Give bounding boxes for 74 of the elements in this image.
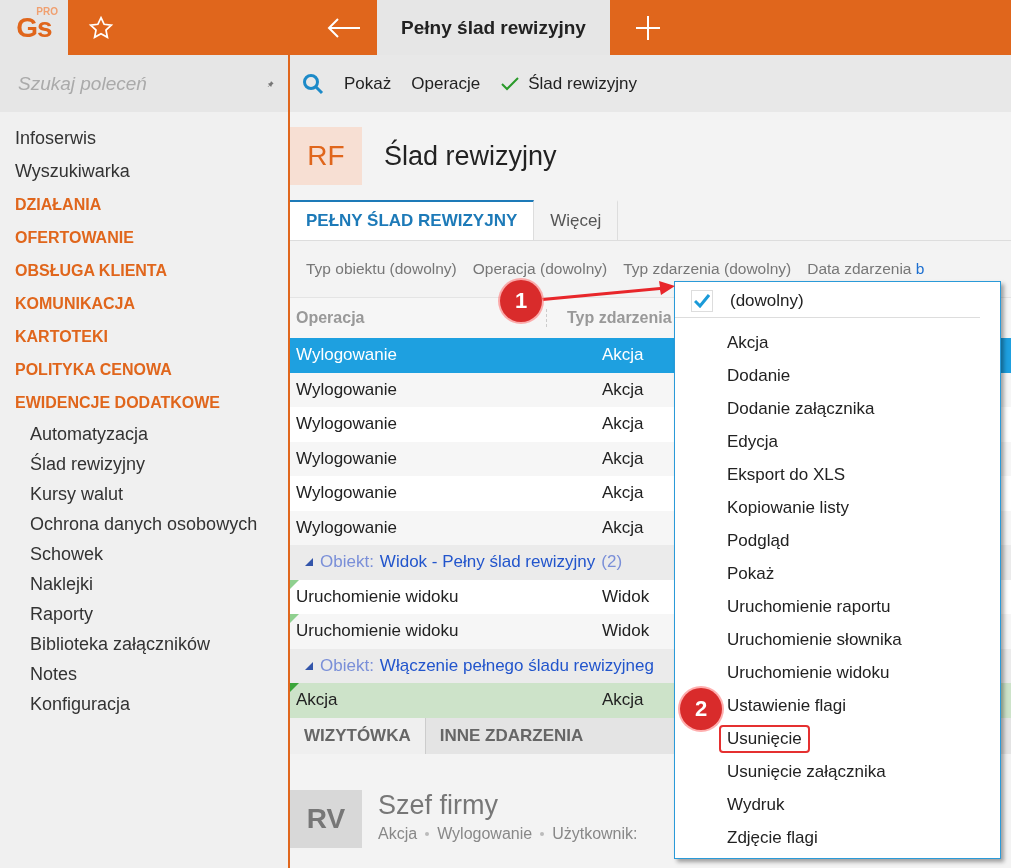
page-title: Ślad rewizyjny bbox=[384, 140, 557, 172]
table-cell-text: Widok bbox=[601, 621, 650, 642]
sidebar-item[interactable]: Naklejki bbox=[0, 569, 288, 599]
table-cell-text: Akcja bbox=[601, 690, 644, 711]
app-logo: GsPRO bbox=[0, 0, 68, 55]
table-cell-text: Wylogowanie bbox=[295, 448, 398, 469]
filter-button[interactable]: Typ zdarzenia (dowolny) bbox=[623, 260, 792, 278]
table-cell-text: Wylogowanie bbox=[295, 517, 398, 538]
table-cell-text: Widok bbox=[601, 586, 650, 607]
sidebar-item[interactable]: Schowek bbox=[0, 539, 288, 569]
search-input[interactable]: Szukaj poleceń bbox=[16, 71, 267, 96]
sidebar-item[interactable]: Wyszukiwarka bbox=[0, 155, 288, 188]
table-cell-text: Wylogowanie bbox=[295, 414, 398, 435]
sidebar-item[interactable]: Raporty bbox=[0, 599, 288, 629]
check-icon bbox=[500, 75, 521, 92]
group-count: (2) bbox=[601, 552, 623, 573]
table-cell-text: Akcja bbox=[601, 345, 644, 366]
menu-option[interactable]: Usunięcie załącznika bbox=[719, 757, 894, 786]
open-tab[interactable]: Pełny ślad rewizyjny bbox=[377, 0, 610, 55]
table-cell-text: Akcja bbox=[601, 483, 644, 504]
detail-title: Szef firmy bbox=[378, 789, 499, 821]
user-badge: RV bbox=[290, 789, 362, 848]
back-arrow-icon[interactable] bbox=[326, 17, 361, 38]
table-cell-text: Akcja bbox=[295, 690, 339, 711]
module-badge: RF bbox=[290, 127, 362, 185]
plus-icon[interactable] bbox=[635, 14, 661, 41]
filter-button[interactable]: Data zdarzenia b bbox=[807, 260, 925, 278]
filter-button[interactable]: Typ obiektu (dowolny) bbox=[306, 260, 457, 278]
star-icon[interactable] bbox=[88, 14, 114, 41]
table-cell-text: Akcja bbox=[601, 414, 644, 435]
menu-option[interactable]: Usunięcie bbox=[719, 724, 810, 753]
toolbar-button[interactable]: Pokaż bbox=[302, 72, 392, 95]
table-cell-text: Wylogowanie bbox=[295, 379, 398, 400]
menu-option[interactable]: Ustawienie flagi bbox=[719, 691, 855, 720]
table-cell-text: Wylogowanie bbox=[295, 483, 398, 504]
pro-label: PRO bbox=[36, 6, 58, 17]
detail-tab[interactable]: INNE ZDARZENIA bbox=[425, 717, 598, 754]
menu-option[interactable]: (dowolny) bbox=[722, 286, 812, 315]
menu-option[interactable]: Wydruk bbox=[719, 790, 793, 819]
sidebar-item[interactable]: Ochrona danych osobowych bbox=[0, 509, 288, 539]
table-cell-text: Akcja bbox=[601, 517, 644, 538]
filter-button[interactable]: Operacja (dowolny) bbox=[472, 260, 608, 278]
detail-tab[interactable]: WIZYTÓWKA bbox=[290, 717, 426, 754]
sidebar-item[interactable]: Biblioteka załączników bbox=[0, 629, 288, 659]
table-cell-text: Akcja bbox=[601, 448, 644, 469]
checkbox[interactable] bbox=[691, 289, 713, 312]
sidebar-item[interactable]: Automatyzacja bbox=[0, 419, 288, 449]
group-label: Obiekt: bbox=[320, 552, 374, 573]
search-icon bbox=[302, 72, 324, 95]
toolbar-button[interactable]: Operacje bbox=[411, 73, 481, 94]
table-cell-text: Uruchomienie widoku bbox=[295, 621, 460, 642]
search-field[interactable]: Szukaj poleceń bbox=[0, 55, 288, 112]
separator-dot bbox=[540, 831, 545, 836]
meta-text: Użytkownik: bbox=[552, 824, 638, 843]
separator-dot bbox=[425, 831, 430, 836]
expand-icon[interactable] bbox=[304, 660, 314, 671]
sidebar-item[interactable]: Kursy walut bbox=[0, 479, 288, 509]
table-cell-text: Wylogowanie bbox=[295, 345, 398, 366]
table-cell-text: Uruchomienie widoku bbox=[295, 586, 460, 607]
group-value: Włączenie pełnego śladu rewizyjneg bbox=[379, 655, 654, 676]
meta-text: Wylogowanie bbox=[437, 824, 533, 843]
sidebar-item[interactable]: Ślad rewizyjny bbox=[0, 449, 288, 479]
menu-option[interactable]: Zdjęcie flagi bbox=[719, 823, 826, 852]
group-label: Obiekt: bbox=[320, 655, 374, 676]
meta-text: Akcja bbox=[378, 824, 418, 843]
sidebar-item[interactable]: Konfiguracja bbox=[0, 689, 288, 719]
view-tab[interactable]: PEŁNY ŚLAD REWIZYJNY bbox=[290, 200, 535, 240]
group-value: Widok - Pełny ślad rewizyjny bbox=[379, 552, 596, 573]
expand-icon[interactable] bbox=[304, 557, 314, 568]
view-tab[interactable]: Więcej bbox=[534, 200, 619, 240]
table-cell-text: Akcja bbox=[601, 379, 644, 400]
toolbar-button[interactable]: Ślad rewizyjny bbox=[500, 73, 637, 94]
sidebar-item[interactable]: Infoserwis bbox=[0, 122, 288, 155]
sidebar-item[interactable]: Notes bbox=[0, 659, 288, 689]
